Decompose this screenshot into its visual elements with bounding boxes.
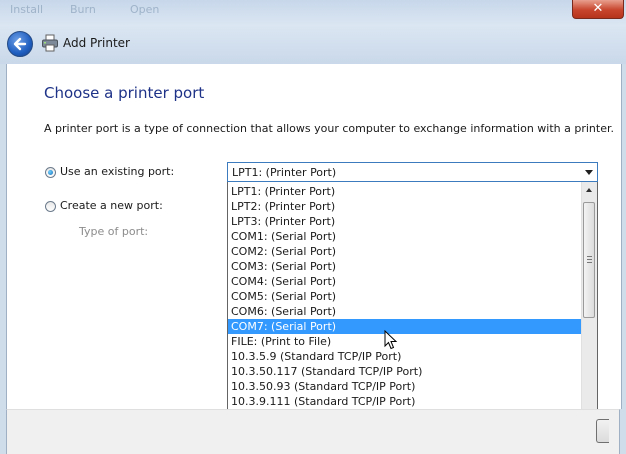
port-option[interactable]: LPT1: (Printer Port)	[228, 184, 582, 199]
port-option[interactable]: COM5: (Serial Port)	[228, 289, 582, 304]
create-new-port-label[interactable]: Create a new port:	[60, 199, 163, 212]
scroll-thumb[interactable]	[583, 202, 595, 318]
grip-icon	[587, 259, 592, 260]
port-option[interactable]: LPT3: (Printer Port)	[228, 214, 582, 229]
close-button[interactable]: ✕	[572, 0, 624, 19]
back-arrow-icon	[13, 37, 27, 51]
scroll-up-icon[interactable]	[586, 188, 592, 192]
port-option[interactable]: FILE: (Print to File)	[228, 334, 582, 349]
port-type-label: Type of port:	[79, 225, 149, 238]
combo-selected-value: LPT1: (Printer Port)	[232, 166, 337, 179]
grip-icon	[587, 262, 592, 263]
port-option[interactable]: COM4: (Serial Port)	[228, 274, 582, 289]
page-description: A printer port is a type of connection t…	[44, 122, 614, 135]
mouse-pointer-icon	[384, 330, 398, 350]
wizard-footer	[6, 409, 620, 454]
ghost-menu-item: Install	[10, 3, 44, 16]
page-title: Choose a printer port	[44, 84, 205, 102]
port-option[interactable]: 10.3.9.111 (Standard TCP/IP Port)	[228, 394, 582, 409]
create-new-port-radio[interactable]	[45, 201, 56, 212]
port-option[interactable]: LPT2: (Printer Port)	[228, 199, 582, 214]
use-existing-port-label[interactable]: Use an existing port:	[60, 165, 174, 178]
close-icon: ✕	[592, 1, 604, 16]
port-option[interactable]: COM2: (Serial Port)	[228, 244, 582, 259]
ghost-menu-item: Burn	[70, 3, 96, 16]
next-button[interactable]	[596, 419, 609, 443]
use-existing-port-radio[interactable]	[45, 167, 56, 178]
window-title: Add Printer	[63, 36, 130, 50]
existing-port-combo[interactable]: LPT1: (Printer Port)	[227, 162, 598, 182]
port-option[interactable]: COM6: (Serial Port)	[228, 304, 582, 319]
chevron-down-icon[interactable]	[585, 170, 593, 175]
port-option[interactable]: 10.3.50.117 (Standard TCP/IP Port)	[228, 364, 582, 379]
ghost-menu-item: Open	[130, 3, 160, 16]
port-option[interactable]: 10.3.50.93 (Standard TCP/IP Port)	[228, 379, 582, 394]
background-window-menu: Install Burn Open	[0, 0, 560, 20]
back-button[interactable]	[7, 31, 33, 57]
port-option[interactable]: 10.3.5.9 (Standard TCP/IP Port)	[228, 349, 582, 364]
grip-icon	[587, 256, 592, 257]
port-option[interactable]: COM7: (Serial Port)	[228, 319, 582, 334]
port-option[interactable]: COM3: (Serial Port)	[228, 259, 582, 274]
printer-icon	[42, 34, 58, 52]
port-option[interactable]: COM1: (Serial Port)	[228, 229, 582, 244]
